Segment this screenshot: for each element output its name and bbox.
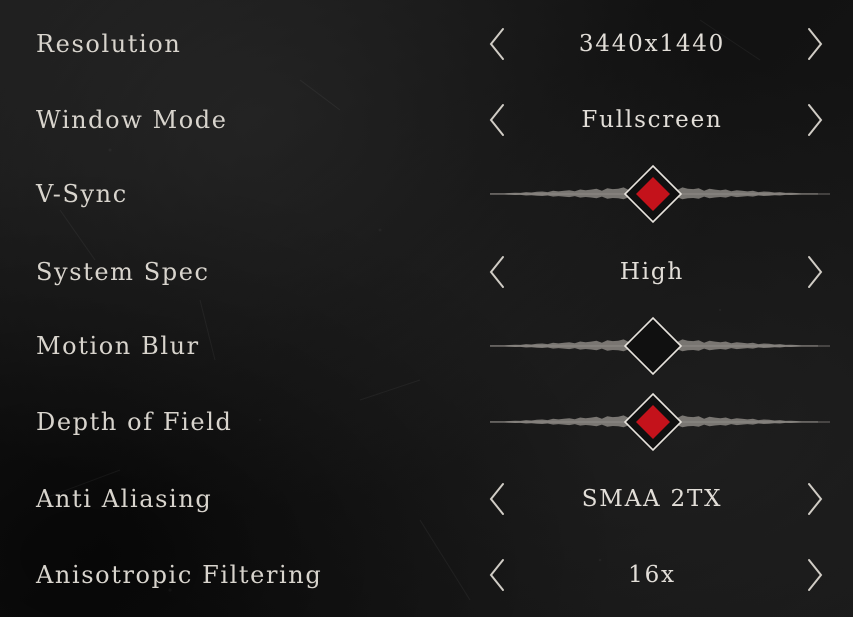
waveform-left xyxy=(490,187,629,200)
diamond-toggle[interactable] xyxy=(490,164,830,224)
setting-value: Fullscreen xyxy=(581,107,723,133)
setting-value: SMAA 2TX xyxy=(581,486,723,512)
chevron-right-icon[interactable] xyxy=(804,102,826,138)
diamond-toggle[interactable] xyxy=(490,392,830,452)
setting-row-depth-of-field: Depth of Field xyxy=(0,392,853,452)
setting-row-anisotropic-filtering: Anisotropic Filtering 16x xyxy=(0,545,853,605)
setting-label: Motion Blur xyxy=(36,332,200,360)
setting-label: Window Mode xyxy=(36,106,228,134)
chevron-left-icon[interactable] xyxy=(486,557,508,593)
setting-value: 3440x1440 xyxy=(578,31,726,57)
setting-label: System Spec xyxy=(36,258,210,286)
waveform-left xyxy=(490,339,629,352)
setting-row-v-sync: V-Sync xyxy=(0,164,853,224)
waveform-right xyxy=(677,339,818,352)
setting-row-resolution: Resolution 3440x1440 xyxy=(0,14,853,74)
setting-row-window-mode: Window Mode Fullscreen xyxy=(0,90,853,150)
chevron-right-icon[interactable] xyxy=(804,26,826,62)
setting-value: High xyxy=(619,259,685,285)
chevron-right-icon[interactable] xyxy=(804,254,826,290)
setting-row-anti-aliasing: Anti Aliasing SMAA 2TX xyxy=(0,469,853,529)
chevron-right-icon[interactable] xyxy=(804,481,826,517)
setting-row-motion-blur: Motion Blur xyxy=(0,316,853,376)
diamond-toggle-icon xyxy=(623,316,683,376)
setting-value: 16x xyxy=(628,562,676,588)
chevron-left-icon[interactable] xyxy=(486,102,508,138)
waveform-left xyxy=(490,415,629,428)
setting-label: V-Sync xyxy=(36,180,128,208)
waveform-right xyxy=(677,415,818,428)
setting-row-system-spec: System Spec High xyxy=(0,242,853,302)
waveform-right xyxy=(677,187,818,200)
chevron-right-icon[interactable] xyxy=(804,557,826,593)
chevron-left-icon[interactable] xyxy=(486,481,508,517)
diamond-toggle[interactable] xyxy=(490,316,830,376)
chevron-left-icon[interactable] xyxy=(486,254,508,290)
chevron-left-icon[interactable] xyxy=(486,26,508,62)
setting-label: Depth of Field xyxy=(36,408,233,436)
setting-label: Resolution xyxy=(36,30,182,58)
setting-label: Anisotropic Filtering xyxy=(36,561,323,589)
setting-label: Anti Aliasing xyxy=(36,485,213,513)
